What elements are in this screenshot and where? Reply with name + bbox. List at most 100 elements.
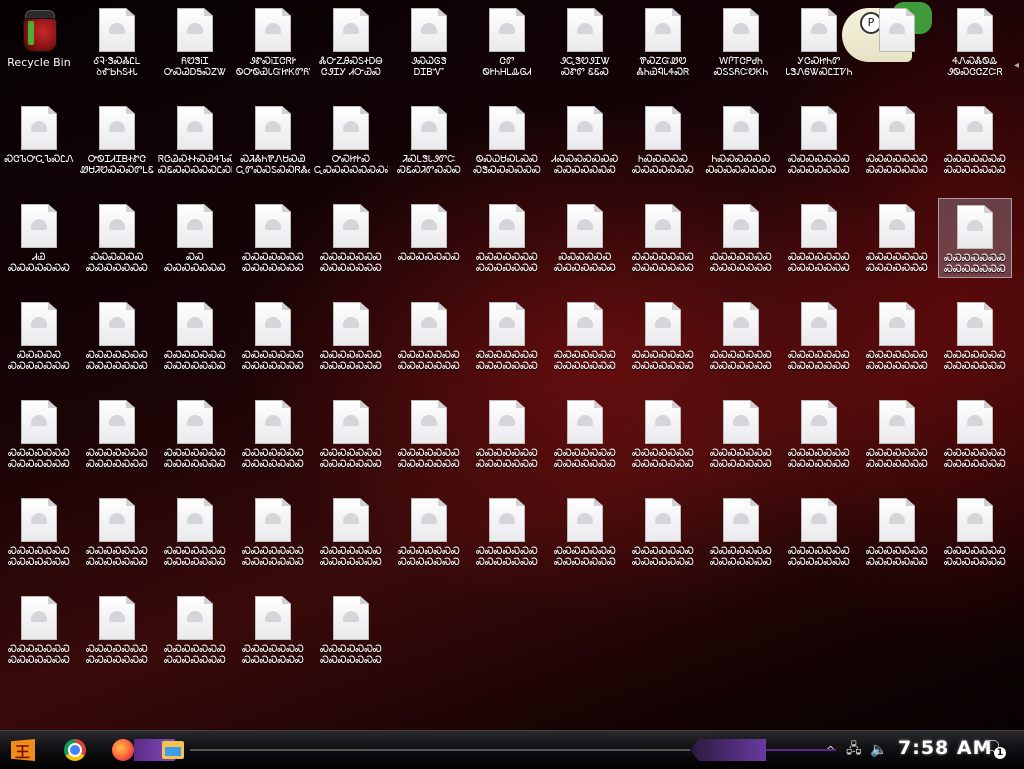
desktop-file-item[interactable]: ᏍᏍᏍᏍᏍᏍᏍ ᏍᏍᏍᏍᏍᏍᏍ bbox=[626, 394, 700, 474]
desktop-file-item[interactable]: ᏍᏍᏍᏍᏍᏍᏍ ᏍᏍᏍᏍᏍᏍᏍ bbox=[392, 296, 466, 376]
desktop-file-item[interactable]: ᎴᎸ·ᏕᏍᏜᏝᏞ ꝺᎹᏏᏂᏚᏐᏓ bbox=[80, 2, 154, 82]
desktop-file-item[interactable] bbox=[860, 2, 934, 82]
desktop-file-item[interactable]: ᏍᏍᏍᏍᏍᏍᏍ ᏍᏍᏍᏍᏍᏍᏍ bbox=[314, 198, 388, 278]
desktop-file-item[interactable]: ᏍᏍᏍᏍᏍᏍᏍ ᏍᏍᏍᏍᏍᏍᏍ bbox=[938, 492, 1012, 572]
desktop-file-item[interactable]: ᏍᏍᏍᏍᏍᏍᏍ ᏍᏍᏍᏍᏍᏍᏍ bbox=[626, 198, 700, 278]
desktop-file-item[interactable]: ᏍᏍᏍᏍᏍᏍᏍ ᏍᏍᏍᏍᏍᏍᏍ bbox=[236, 492, 310, 572]
desktop-file-item[interactable]: ᏍᏍ ᏍᏍᏍᏍᏍᏍᏍ bbox=[158, 198, 232, 278]
desktop-file-item[interactable]: ᏍᏍᏍᏍᏍᏍᏍ ᏍᏍᏍᏍᏍᏍᏍ bbox=[2, 394, 76, 474]
desktop-file-item[interactable]: ᏍᏍᏍᏍᏍᏍᏍ ᏍᏍᏍᏍᏍᏍᏍ bbox=[80, 394, 154, 474]
desktop-file-item[interactable]: ᏍᏍᏍᏍᏍᏍᏍ ᏍᏍᏍᏍᏍᏍᏍ bbox=[236, 394, 310, 474]
desktop-file-item[interactable]: ᏍᏍᏍᏍᏍᏍᏍ ᏍᏍᏍᏍᏍᏍᏍ bbox=[704, 296, 778, 376]
desktop-file-item[interactable]: ᏍᏍᏍᏍᏍᏍᏍ ᏍᏍᏍᏍᏍᏍᏍ bbox=[158, 394, 232, 474]
desktop-file-item[interactable]: ᏍᏍᏍᏍᏍᏍᏍ ᏍᏍᏍᏍᏍᏍᏍ bbox=[158, 296, 232, 376]
desktop-file-item[interactable]: ᏍᏍᏍᏍᏍᏍᏍ ᏍᏍᏍᏍᏍᏍᏍ bbox=[314, 492, 388, 572]
desktop-file-item[interactable]: ᏍᏍᏍᏍᏍᏍᏍ ᏍᏍᏍᏍᏍᏍᏍ bbox=[470, 198, 544, 278]
desktop-file-item[interactable]: ᏍᏍᏍᏍᏍᏍᏍ ᏍᏍᏍᏍᏍᏍᏍ bbox=[236, 198, 310, 278]
desktop-file-item[interactable]: ᏍᏍᏍᏍᏍᏍᏍ ᏍᏍᏍᏍᏍᏍᏍ bbox=[470, 296, 544, 376]
desktop-file-item[interactable]: ᏣᏛ ᏫᎨᏂᎻᏞᎲᎶᏗ bbox=[470, 2, 544, 82]
desktop-file-item[interactable]: ᏭᏍᏇᎶᏕ ᎠᏆᏴᏉ bbox=[392, 2, 466, 82]
desktop-file-item[interactable]: ᏍᏍᏍᏍᏍᏍᏍ ᏍᏍᏍᏍᏍᏍᏍ bbox=[470, 394, 544, 474]
desktop-file-item[interactable]: ᏍᏍᏍᏍᏍᏍᏍ ᏍᏍᏍᏍᏍᏍᏍ bbox=[704, 492, 778, 572]
recycle-bin-shortcut[interactable]: Recycle Bin bbox=[2, 2, 76, 82]
generic-file-icon bbox=[801, 8, 837, 52]
desktop-file-item[interactable]: ᏍᏍᏍᏍᏍᏍᏍ ᏍᏍᏍᏍᏍᏍᏍ bbox=[236, 296, 310, 376]
desktop-file-item[interactable]: ᏍᏍᏍᏍᏍᏍ ᏍᏍᏍᏍᏍᏍᏍ bbox=[80, 198, 154, 278]
desktop-file-item[interactable]: ᏍᏍᏍᏍᏍᏍᏍ ᏍᏍᏍᏍᏍᏍᏍ bbox=[704, 198, 778, 278]
generic-file-icon bbox=[333, 400, 369, 444]
desktop-file-item[interactable]: ᏜᏅᏃᎯᏍᏚᏐᎠᎾ ᏣᏭᏆᎩ ᏗᏅᏯᏍ bbox=[314, 2, 388, 82]
desktop-file-item[interactable]: ᏍᏍᏍᏍᏍᏍᏍ ᏍᏍᏍᏍᏍᏍᏍ bbox=[80, 492, 154, 572]
desktop-file-item[interactable]: ᏍᏍᏍᏍᏍᏍᏍ ᏍᏍᏍᏍᏍᏍᏍ bbox=[860, 394, 934, 474]
desktop-file-item[interactable]: ᏍᏍᏍᏍᏍᏍᏍ ᏍᏍᏍᏍᏍᏍᏍ bbox=[938, 198, 1012, 278]
desktop-file-item[interactable]: ᏎᏁᏍᏜᏫᎲ ᏭᏫᏍᏣᏣᏃᏨᏒ bbox=[938, 2, 1012, 82]
desktop-file-item[interactable]: ᏍᏍᏍᏍᏍᏍᏍ ᏍᏍᏍᏍᏍᏍᏍ bbox=[548, 492, 622, 572]
volume-icon[interactable]: 🔈 bbox=[870, 739, 887, 761]
file-name-line-2: ᏍᏍᏍᏍᏍᏍᏍ bbox=[476, 557, 538, 568]
desktop-file-item[interactable]: ᏍᏍᏍᏍᏍᏍᏍ bbox=[392, 198, 466, 278]
desktop-file-item[interactable]: ᏍᏍᏍᏍᏍᏍᏍ ᏍᏍᏍᏍᏍᏍᏍ bbox=[782, 394, 856, 474]
desktop-file-item[interactable]: ᏍᏍᏍᏍᏍᏍᏍ ᏍᏍᏍᏍᏍᏍᏍ bbox=[548, 394, 622, 474]
desktop-file-item[interactable]: ᏍᏍᏍᏍᏍᏍᏍ ᏍᏍᏍᏍᏍᏍᏍ bbox=[782, 100, 856, 180]
notification-center-button[interactable]: 🗨 1 bbox=[982, 737, 1006, 759]
desktop-file-item[interactable]: ᏍᏍᏍᏍᏍᏍᏍ ᏍᏍᏍᏍᏍᏍᏍ bbox=[2, 492, 76, 572]
desktop-file-item[interactable]: ᏘᏍᏞᏕᏓᏭᏛᏨ ᏍᏋᏍᏘᏛᏍᏍᏍ bbox=[392, 100, 466, 180]
desktop-file-item[interactable]: ᏍᏍᏍᏍᏍᏍᏍ ᏍᏍᏍᏍᏍᏍᏍ bbox=[236, 590, 310, 670]
file-name-line-2: ᏪᏌᏘᏬᏍᏍᏍᏛᏞᏋ bbox=[80, 165, 154, 176]
desktop-file-item[interactable]: ᎤᏫᏆᏗᏆᏴᏐᏑᏣ ᏪᏌᏘᏬᏍᏍᏍᏛᏞᏋ bbox=[80, 100, 154, 180]
desktop-file-item[interactable]: ᏍᏍᏍᏍᏍᏍᏍ ᏍᏍᏍᏍᏍᏍᏍ bbox=[704, 394, 778, 474]
desktop-file-item[interactable]: ᏍᏘᏜᏂᏈᏁᏌᏍᏯ ᏩᏛᏍᏍᏚᏍᏍᏒᏜᏍ bbox=[236, 100, 310, 180]
desktop-file-item[interactable]: ᏒᏣᏊᏍᏐᏐᏍᏯᏎᏖᏍ ᏍᏋᏍᏍᏍᏍᏍᏝᏍᏦ bbox=[158, 100, 232, 180]
desktop-file-item[interactable]: ᏍᏍᏍᏍᏍᏍᏍ ᏍᏍᏍᏍᏍᏍᏍ bbox=[80, 296, 154, 376]
desktop-file-item[interactable]: ᏍᏍᏍᏍᏍᏍᏍ ᏍᏍᏍᏍᏍᏍᏍ bbox=[392, 394, 466, 474]
generic-file-icon bbox=[21, 106, 57, 150]
desktop-file-item[interactable]: ᏍᏍᏍᏍᏍᏍ ᏍᏍᏍᏍᏍᏍᏍ bbox=[548, 198, 622, 278]
desktop-file-item[interactable]: ᏍᏍᏍᏍᏍᏍᏍ ᏍᏍᏍᏍᏍᏍᏍ bbox=[392, 492, 466, 572]
network-icon[interactable]: 🖧 bbox=[846, 739, 862, 761]
desktop-file-item[interactable]: ᎩᏣᏍᏥᏂᏛ ᏓᏕᏁᏮᏔᏍᏝᏆᏤᏂ bbox=[782, 2, 856, 82]
desktop-file-item[interactable]: ᏭᏑᏍᎥᏆᏣᏒᎨ ᏫᎤᏫᏯᏓᏳᏥᏦᏛᏲᏔ bbox=[236, 2, 310, 82]
desktop-file-item[interactable]: ᏍᏍᏍᏍᏍᏍᏍ ᏍᏍᏍᏍᏍᏍᏍ bbox=[626, 296, 700, 376]
desktop-file-item[interactable]: ᏍᏍᏍᏍᏍᏍᏍ ᏍᏍᏍᏍᏍᏍᏍ bbox=[860, 492, 934, 572]
desktop-file-item[interactable]: ᏗᏯ ᏍᏍᏍᏍᏍᏍᏍ bbox=[2, 198, 76, 278]
desktop-file-item[interactable]: ᏈᏍᏃᏳᏪᏬ ᏜᏂᏯᏄᏓᏎᏍᏒ bbox=[626, 2, 700, 82]
desktop-file-item[interactable]: ᏍᏍᏍᏍᏍ ᏍᏍᏍᏍᏍᏍᏍ bbox=[2, 296, 76, 376]
desktop-file-item[interactable]: ᏍᏍᏍᏍᏍᏍᏍ ᏍᏍᏍᏍᏍᏍᏍ bbox=[860, 296, 934, 376]
chrome-icon bbox=[64, 739, 86, 761]
desktop-file-item[interactable]: ᏍᏣᏖᎤᏩᏖᏍᏝᏁ bbox=[2, 100, 76, 180]
file-name-line-2: ᏍᏍᏍᏍᏍᏍᏍ bbox=[242, 655, 304, 666]
taskbar-file-explorer-button[interactable] bbox=[158, 735, 188, 765]
desktop-file-item[interactable]: ᏍᏍᏍᏍᏍᏍᏍ ᏍᏍᏍᏍᏍᏍᏍ bbox=[158, 590, 232, 670]
desktop-file-item[interactable]: ᏍᏍᏍᏍᏍᏍᏍ ᏍᏍᏍᏍᏍᏍᏍ bbox=[938, 296, 1012, 376]
desktop-file-item[interactable]: ᏂᏍᏍᏍᏍᏍᏍ ᏍᏍᏍᏍᏍᏍᏍᏍ bbox=[704, 100, 778, 180]
desktop-file-item[interactable]: ᎳᎵᎢᏣᏢᏧᏂ ᏍᏚᏚᏲᏨᏬᏦᏂ bbox=[704, 2, 778, 82]
desktop-file-item[interactable]: ᏍᏍᏍᏍᏍᏍᏍ ᏍᏍᏍᏍᏍᏍᏍ bbox=[80, 590, 154, 670]
desktop-file-item[interactable]: ᏍᏍᏍᏍᏍᏍᏍ ᏍᏍᏍᏍᏍᏍᏍ bbox=[2, 590, 76, 670]
desktop-file-item[interactable]: ᏍᏍᏍᏍᏍᏍᏍ ᏍᏍᏍᏍᏍᏍᏍ bbox=[860, 100, 934, 180]
desktop-file-item[interactable]: ᏍᏍᏍᏍᏍᏍᏍ ᏍᏍᏍᏍᏍᏍᏍ bbox=[782, 296, 856, 376]
desktop-file-item[interactable]: ᏲᏬᏕᎥᏆ ᎤᏍᏊᎠᎦᏍᏃᏔ bbox=[158, 2, 232, 82]
desktop-file-item[interactable]: ᏍᏍᏍᏍᏍᏍᏍ ᏍᏍᏍᏍᏍᏍᏍ bbox=[314, 296, 388, 376]
file-name-label: ᏍᏍᏍᏍᏍᏍᏍ ᏍᏍᏍᏍᏍᏍᏍ bbox=[860, 546, 934, 568]
desktop-file-item[interactable]: ᏍᏍᏍᏍᏍᏍᏍ ᏍᏍᏍᏍᏍᏍᏍ bbox=[938, 394, 1012, 474]
start-button[interactable] bbox=[6, 734, 40, 766]
desktop-file-item[interactable]: ᏭᏩᏕᏬᏭᏆᏔ ᏍᏑᏛ ᏋᏋᏍ bbox=[548, 2, 622, 82]
desktop-file-item[interactable]: ᏍᏍᏍᏍᏍᏍᏍ ᏍᏍᏍᏍᏍᏍᏍ bbox=[314, 394, 388, 474]
desktop-file-item[interactable]: ᏫᏍᏇᏌᏍᏓᏍᏍ ᏍᏕᏍᏍᏍᏍᏍᏍ bbox=[470, 100, 544, 180]
taskbar-firefox-button[interactable] bbox=[108, 735, 138, 765]
tray-overflow-chevron[interactable]: ^ bbox=[826, 739, 835, 761]
desktop-file-item[interactable]: ᏍᏍᏍᏍᏍᏍᏍ ᏍᏍᏍᏍᏍᏍᏍ bbox=[158, 492, 232, 572]
taskbar-clock[interactable]: 7:58 AM bbox=[898, 737, 993, 759]
desktop-file-item[interactable]: ᏍᏍᏍᏍᏍᏍᏍ ᏍᏍᏍᏍᏍᏍᏍ bbox=[782, 492, 856, 572]
desktop-file-item[interactable]: ᎤᏍᏥᎨᏍ ᏩᏍᏍᏍᏍᏍᏍᏍᏍ bbox=[314, 100, 388, 180]
desktop-file-item[interactable]: ᏂᏍᏍᏍᏍᏍ ᏍᏍᏍᏍᏍᏍᏍ bbox=[626, 100, 700, 180]
desktop-file-item[interactable]: ᏍᏍᏍᏍᏍᏍᏍ ᏍᏍᏍᏍᏍᏍᏍ bbox=[314, 590, 388, 670]
taskbar-chrome-button[interactable] bbox=[60, 735, 90, 765]
desktop-file-item[interactable]: ᏍᏍᏍᏍᏍᏍᏍ ᏍᏍᏍᏍᏍᏍᏍ bbox=[626, 492, 700, 572]
desktop-file-item[interactable]: ᏍᏍᏍᏍᏍᏍᏍ ᏍᏍᏍᏍᏍᏍᏍ bbox=[782, 198, 856, 278]
desktop-file-item[interactable]: ᏗᏍᏍᏍᏍᏍᏍᏍ ᏍᏍᏍᏍᏍᏍᏍ bbox=[548, 100, 622, 180]
desktop-file-item[interactable]: ᏍᏍᏍᏍᏍᏍᏍ ᏍᏍᏍᏍᏍᏍᏍ bbox=[860, 198, 934, 278]
desktop-file-item[interactable]: ᏍᏍᏍᏍᏍᏍᏍ ᏍᏍᏍᏍᏍᏍᏍ bbox=[470, 492, 544, 572]
desktop-file-item[interactable]: ᏍᏍᏍᏍᏍᏍᏍ ᏍᏍᏍᏍᏍᏍᏍ bbox=[548, 296, 622, 376]
desktop-file-item[interactable]: ᏍᏍᏍᏍᏍᏍᏍ ᏍᏍᏍᏍᏍᏍᏍ bbox=[938, 100, 1012, 180]
